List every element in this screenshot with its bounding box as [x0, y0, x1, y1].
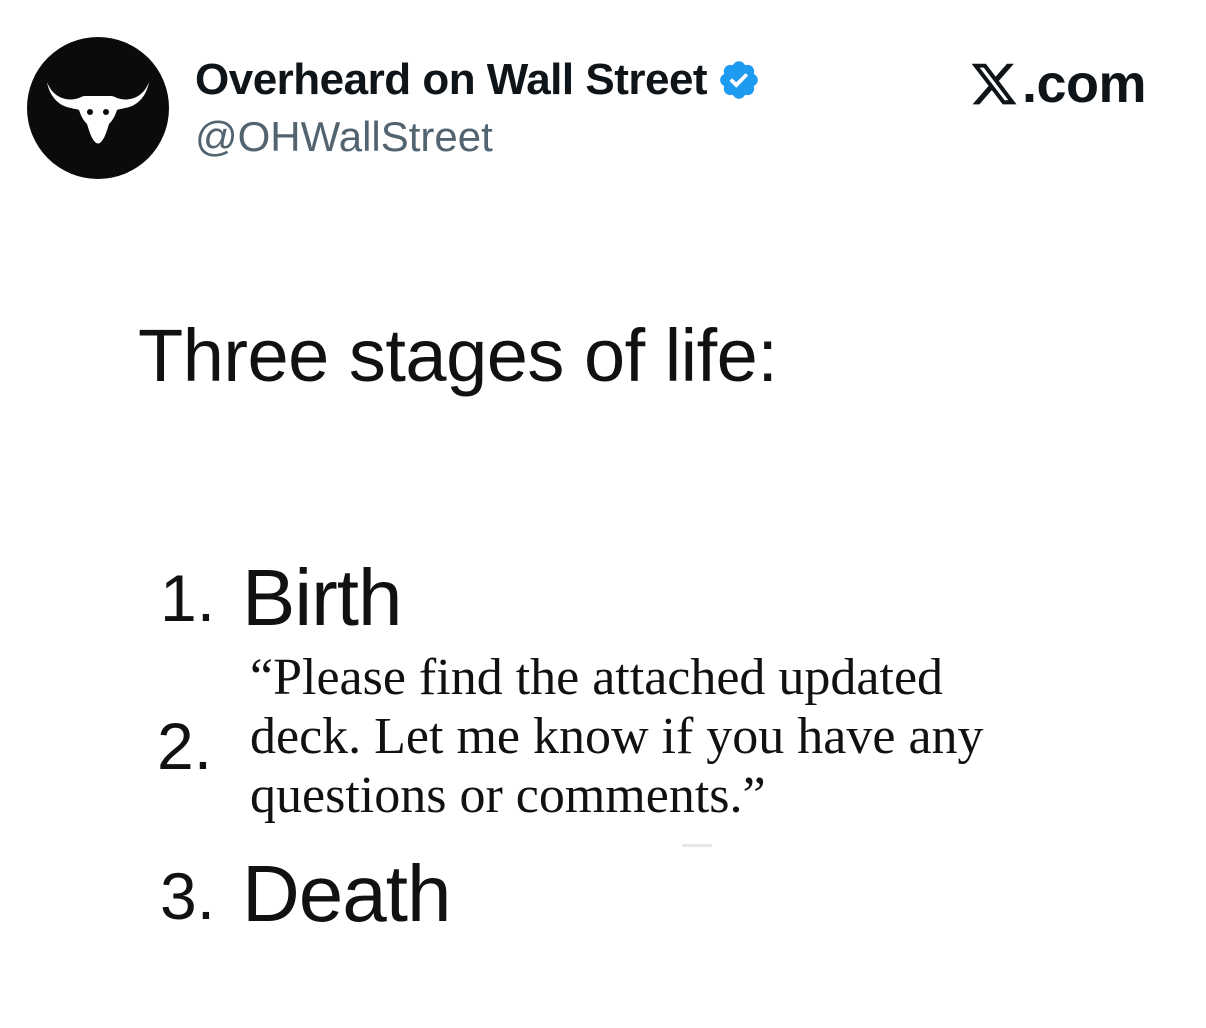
- longhorn-bull-icon: [47, 82, 149, 144]
- post-image[interactable]: Three stages of life: 1. Birth 2. “Pleas…: [0, 200, 1206, 1028]
- stage-3-label: Death: [242, 849, 451, 938]
- quote-line: deck. Let me know if you have any: [250, 708, 984, 765]
- tweet-card: Overheard on Wall Street @OHWallStreet .…: [0, 0, 1206, 1028]
- avatar[interactable]: [27, 37, 169, 179]
- x-logo-icon: [971, 63, 1017, 105]
- image-artifact: [682, 844, 712, 847]
- stage-1-number: 1.: [160, 561, 216, 635]
- quote-line: “Please find the attached updated: [250, 649, 944, 706]
- author-handle[interactable]: @OHWallStreet: [195, 113, 493, 161]
- stage-3-number: 3.: [160, 859, 216, 933]
- brand-domain: .com: [1022, 54, 1147, 114]
- stage-2-quote: “Please find the attached updated deck. …: [250, 648, 1050, 825]
- stage-2-number: 2.: [157, 709, 213, 783]
- quote-line: questions or comments.”: [250, 767, 766, 824]
- meme-title: Three stages of life:: [138, 314, 778, 397]
- verified-badge-icon: [720, 61, 758, 99]
- display-name[interactable]: Overheard on Wall Street: [195, 55, 708, 105]
- stage-1-label: Birth: [242, 553, 402, 642]
- x-com-brand: .com: [968, 52, 1147, 116]
- author-name-row[interactable]: Overheard on Wall Street: [195, 52, 761, 108]
